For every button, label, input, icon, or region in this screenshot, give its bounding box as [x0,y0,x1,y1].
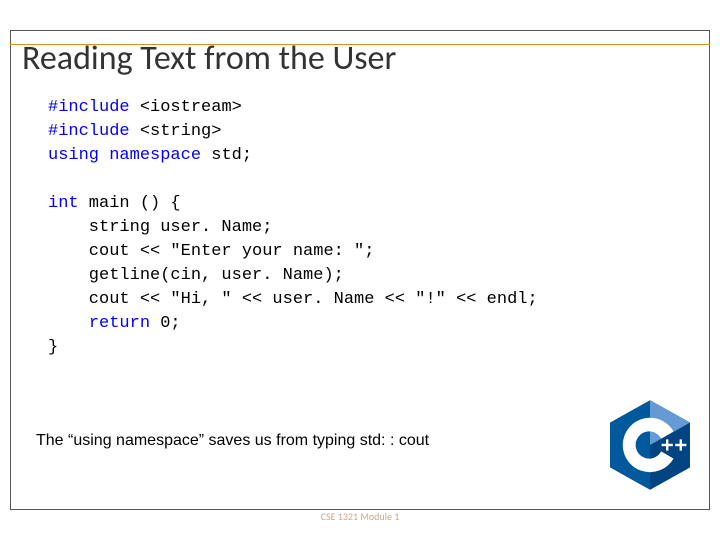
code-text: cout << "Enter your name: "; [48,242,374,261]
cpp-logo-icon [610,400,690,490]
code-text: cout << "Hi, " << user. Name << "!" << e… [48,290,538,309]
code-kw: namespace [109,146,201,165]
slide-title: Reading Text from the User [22,38,396,79]
code-text: 0; [150,314,181,333]
code-text: getline(cin, user. Name); [48,266,344,285]
code-text: main () { [79,194,181,213]
code-text: string user. Name; [48,218,272,237]
code-text: <string> [130,122,222,141]
slide: Reading Text from the User #include <ios… [0,0,720,540]
code-text [99,146,109,165]
code-kw: using [48,146,99,165]
code-kw: return [89,314,150,333]
code-text: std; [201,146,252,165]
footer-center: CSE 1321 Module 1 [321,510,400,523]
code-text: } [48,338,58,357]
slide-note: The “using namespace” saves us from typi… [36,432,429,450]
code-text [48,314,89,333]
code-kw: int [48,194,79,213]
code-text: <iostream> [130,98,242,117]
code-kw: #include [48,98,130,117]
code-block: #include <iostream> #include <string> us… [48,96,538,360]
code-kw: #include [48,122,130,141]
